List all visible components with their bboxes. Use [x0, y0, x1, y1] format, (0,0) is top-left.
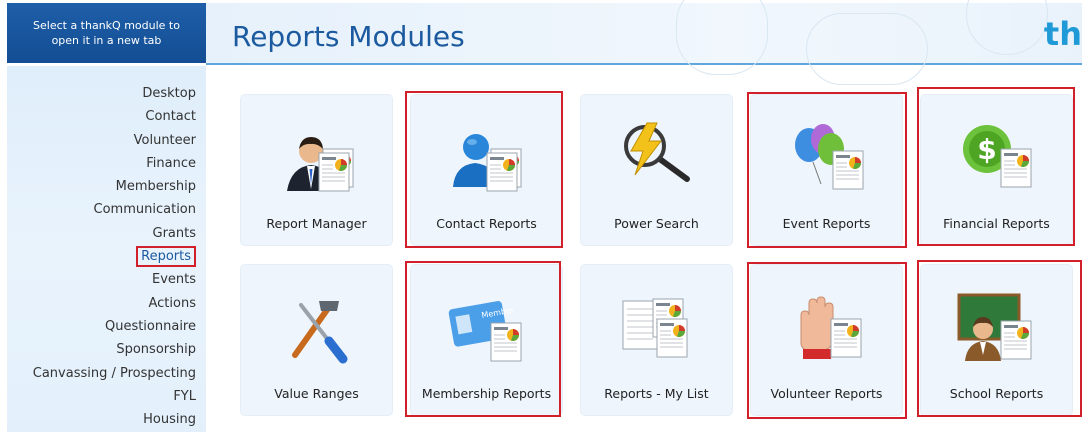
membership-reports-icon: Member — [448, 301, 522, 362]
sidebar-item-volunteer[interactable]: Volunteer — [33, 129, 196, 152]
tile-label: Volunteer Reports — [770, 386, 883, 401]
financial-reports-icon: $ — [963, 125, 1032, 188]
sidebar-item-communication[interactable]: Communication — [33, 198, 196, 221]
tile-contact-reports[interactable]: Contact Reports — [411, 95, 562, 245]
page-title: Reports Modules — [232, 20, 465, 53]
tile-label: Value Ranges — [274, 386, 359, 401]
tile-label: Report Manager — [266, 216, 367, 231]
header-decoration — [676, 0, 768, 75]
tile-label: Membership Reports — [421, 386, 552, 401]
sidebar-item-events[interactable]: Events — [33, 268, 196, 291]
sidebar-item-canvassing-prospecting[interactable]: Canvassing / Prospecting — [33, 362, 196, 385]
tile-school-reports[interactable]: School Reports — [921, 265, 1072, 415]
header-decoration — [966, 0, 1048, 55]
header-decoration — [806, 13, 928, 85]
tile-financial-reports[interactable]: $ Financial Reports — [921, 95, 1072, 245]
sidebar-item-reports[interactable]: Reports — [33, 245, 196, 268]
tile-report-manager[interactable]: Report Manager — [241, 95, 392, 245]
tile-label: School Reports — [949, 386, 1044, 401]
value-ranges-icon — [292, 301, 348, 364]
sidebar-item-grants[interactable]: Grants — [33, 222, 197, 245]
tile-membership-reports[interactable]: Member Membership Reports — [411, 265, 562, 415]
sidebar: Desktop Contact Volunteer Finance Member… — [7, 66, 206, 432]
sidebar-item-sponsorship[interactable]: Sponsorship — [33, 338, 196, 361]
tile-value-ranges[interactable]: Value Ranges — [241, 265, 392, 415]
contact-reports-icon — [453, 134, 522, 192]
sidebar-item-finance[interactable]: Finance — [33, 152, 196, 175]
sidebar-item-contact[interactable]: Contact — [33, 105, 196, 128]
volunteer-reports-icon — [800, 296, 862, 359]
sidebar-item-membership[interactable]: Membership — [33, 175, 196, 198]
brand-logo: th — [1043, 15, 1082, 53]
sidebar-item-actions[interactable]: Actions — [33, 292, 197, 315]
sidebar-nav: Desktop Contact Volunteer Finance Member… — [33, 82, 196, 431]
sidebar-item-housing[interactable]: Housing — [33, 408, 196, 431]
module-hint: Select a thankQ module to open it in a n… — [7, 3, 206, 63]
school-reports-icon — [957, 293, 1032, 361]
sidebar-item-questionnaire[interactable]: Questionnaire — [33, 315, 196, 338]
power-search-icon — [624, 122, 690, 182]
reports-my-list-icon — [622, 298, 688, 358]
event-reports-icon — [795, 124, 864, 190]
report-manager-icon — [287, 137, 354, 192]
tile-power-search[interactable]: Power Search — [581, 95, 732, 245]
tile-label: Contact Reports — [436, 216, 537, 231]
svg-text:$: $ — [977, 133, 996, 166]
tile-label: Event Reports — [782, 216, 871, 231]
sidebar-item-desktop[interactable]: Desktop — [33, 82, 196, 105]
tile-label: Reports - My List — [604, 386, 709, 401]
tile-label: Power Search — [614, 216, 699, 231]
tile-event-reports[interactable]: Event Reports — [751, 95, 902, 245]
tile-volunteer-reports[interactable]: Volunteer Reports — [751, 265, 902, 415]
page-header: Reports Modules th — [206, 0, 1082, 85]
tile-reports-my-list[interactable]: Reports - My List — [581, 265, 732, 415]
tile-label: Financial Reports — [943, 216, 1050, 231]
sidebar-item-fyl[interactable]: FYL — [33, 385, 196, 408]
